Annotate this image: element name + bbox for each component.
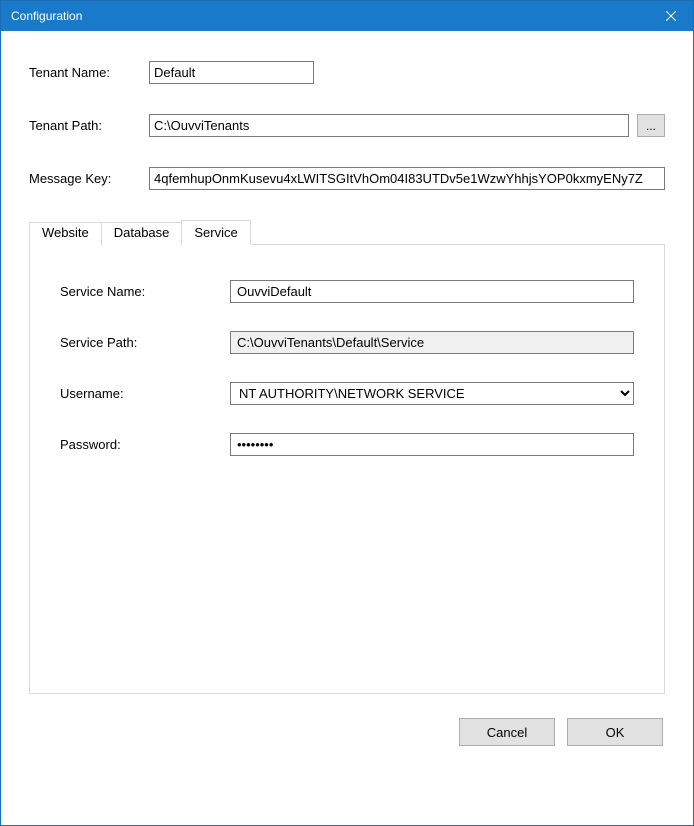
tenant-path-row: Tenant Path: ... xyxy=(29,114,665,137)
close-button[interactable] xyxy=(648,1,693,31)
message-key-label: Message Key: xyxy=(29,171,149,186)
service-name-row: Service Name: xyxy=(60,280,634,303)
tab-service[interactable]: Service xyxy=(181,220,250,245)
service-name-label: Service Name: xyxy=(60,284,230,299)
password-label: Password: xyxy=(60,437,230,452)
password-input[interactable] xyxy=(230,433,634,456)
username-label: Username: xyxy=(60,386,230,401)
password-row: Password: xyxy=(60,433,634,456)
ok-button[interactable]: OK xyxy=(567,718,663,746)
message-key-input[interactable] xyxy=(149,167,665,190)
tenant-path-label: Tenant Path: xyxy=(29,118,149,133)
message-key-row: Message Key: xyxy=(29,167,665,190)
tenant-name-row: Tenant Name: xyxy=(29,61,665,84)
service-tab-panel: Service Name: Service Path: Username: NT… xyxy=(29,244,665,694)
username-select[interactable]: NT AUTHORITY\NETWORK SERVICE xyxy=(230,382,634,405)
cancel-button[interactable]: Cancel xyxy=(459,718,555,746)
tab-strip: Website Database Service xyxy=(29,220,665,244)
tenant-name-input[interactable] xyxy=(149,61,314,84)
service-path-row: Service Path: xyxy=(60,331,634,354)
window-title: Configuration xyxy=(11,9,82,23)
dialog-content: Tenant Name: Tenant Path: ... Message Ke… xyxy=(1,31,693,766)
service-path-input xyxy=(230,331,634,354)
close-icon xyxy=(666,11,676,21)
tenant-path-input[interactable] xyxy=(149,114,629,137)
username-row: Username: NT AUTHORITY\NETWORK SERVICE xyxy=(60,382,634,405)
dialog-button-row: Cancel OK xyxy=(29,718,665,746)
service-path-label: Service Path: xyxy=(60,335,230,350)
browse-button[interactable]: ... xyxy=(637,114,665,137)
service-name-input[interactable] xyxy=(230,280,634,303)
tab-database[interactable]: Database xyxy=(101,222,183,246)
titlebar: Configuration xyxy=(1,1,693,31)
tab-website[interactable]: Website xyxy=(29,222,102,246)
tenant-name-label: Tenant Name: xyxy=(29,65,149,80)
tabs-container: Website Database Service Service Name: S… xyxy=(29,220,665,694)
